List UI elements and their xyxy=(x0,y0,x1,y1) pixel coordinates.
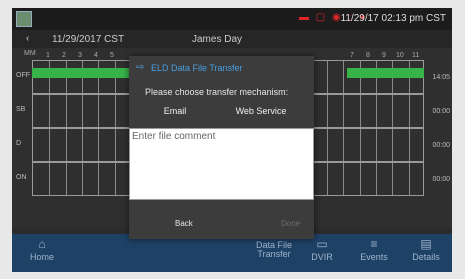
duty-label: OFF xyxy=(16,72,30,79)
grid-tick xyxy=(376,129,377,161)
home-icon: ⌂ xyxy=(38,237,46,251)
hour-label: 8 xyxy=(366,52,370,59)
nav-label: Details xyxy=(412,252,440,262)
nav-label: Data File Transfer xyxy=(255,240,292,259)
grid-tick xyxy=(408,95,410,127)
nav-label: Home xyxy=(29,252,54,262)
grid-tick xyxy=(359,163,361,195)
grid-tick xyxy=(392,95,394,127)
chevron-left-icon[interactable]: ‹ xyxy=(26,33,29,44)
grid-tick xyxy=(376,95,377,127)
duty-total: 00:00 xyxy=(432,142,450,149)
nav-data-file-transfer[interactable]: Data File Transfer xyxy=(248,234,300,272)
grid-tick xyxy=(114,163,116,195)
grid-tick xyxy=(82,163,83,195)
off-duty-bar xyxy=(347,68,424,78)
web-service-button[interactable]: Web Service xyxy=(231,106,291,120)
grid-tick xyxy=(408,163,410,195)
grid-tick xyxy=(327,61,328,93)
app-logo-icon xyxy=(16,11,32,27)
grid-tick xyxy=(82,129,83,161)
done-button[interactable]: Done xyxy=(281,219,300,228)
grid-tick xyxy=(392,129,394,161)
hour-label: 11 xyxy=(412,52,420,59)
grid-tick xyxy=(49,129,51,161)
hour-label: 3 xyxy=(78,52,82,59)
grid-tick xyxy=(343,95,345,127)
grid-tick xyxy=(49,95,51,127)
grid-tick xyxy=(327,129,328,161)
hour-label: 5 xyxy=(110,52,114,59)
grid-tick xyxy=(65,163,67,195)
grid-tick xyxy=(343,129,345,161)
eld-screen: ▬ ▢ ◉ ◌ ♦ 11/29/17 02:13 pm CST ‹ 11/29/… xyxy=(12,8,452,272)
grid-tick xyxy=(49,163,51,195)
nav-label: DVIR xyxy=(311,252,333,262)
grid-tick xyxy=(82,95,83,127)
hour-label: 10 xyxy=(396,52,404,59)
comment-box xyxy=(129,128,314,200)
nav-home[interactable]: ⌂ Home xyxy=(16,234,68,272)
hour-label: MM xyxy=(24,50,36,57)
nav-events[interactable]: ≡ Events xyxy=(348,234,400,272)
list-icon: ≡ xyxy=(370,237,378,251)
back-button[interactable]: Back xyxy=(175,219,193,228)
grid-tick xyxy=(376,163,377,195)
grid-tick xyxy=(392,163,394,195)
hour-label: 2 xyxy=(62,52,66,59)
nav-label: Events xyxy=(360,252,388,262)
grid-tick xyxy=(408,129,410,161)
grid-tick xyxy=(98,163,100,195)
transfer-prompt: Please choose transfer mechanism: xyxy=(145,87,289,97)
dialog-title-bar: ⇨ ELD Data File Transfer xyxy=(129,56,314,80)
truck-icon: ▭ xyxy=(316,237,328,251)
status-bar: ▬ ▢ ◉ ◌ ♦ 11/29/17 02:13 pm CST xyxy=(12,8,452,30)
transfer-dialog: ⇨ ELD Data File Transfer Please choose t… xyxy=(129,56,314,239)
duty-total: 00:00 xyxy=(432,108,450,115)
hour-label: 9 xyxy=(382,52,386,59)
gps-icon: ◉ xyxy=(332,12,341,23)
nav-details[interactable]: ▤ Details xyxy=(400,234,452,272)
grid-tick xyxy=(359,95,361,127)
dialog-title: ELD Data File Transfer xyxy=(151,63,243,73)
grid-tick xyxy=(65,129,67,161)
duty-label: SB xyxy=(16,106,26,113)
battery-icon: ▬ xyxy=(299,12,309,23)
duty-total: 00:00 xyxy=(432,176,450,183)
duty-label: D xyxy=(16,140,22,147)
duty-total: 14:05 xyxy=(432,74,450,81)
grid-tick xyxy=(114,129,116,161)
grid-tick xyxy=(327,163,328,195)
grid-tick xyxy=(65,95,67,127)
status-time: 11/29/17 02:13 pm CST xyxy=(340,13,446,24)
message-icon: ▢ xyxy=(315,12,326,23)
grid-tick xyxy=(327,95,328,127)
off-duty-bar xyxy=(32,68,132,78)
duty-label: ON xyxy=(16,174,27,181)
bottom-nav: ⌂ Home Data File Transfer ▭ DVIR ≡ Event… xyxy=(12,234,452,272)
driver-name: James Day xyxy=(192,34,243,45)
grid-tick xyxy=(359,129,361,161)
hour-label: 7 xyxy=(350,52,354,59)
grid-tick xyxy=(98,129,100,161)
nav-dvir[interactable]: ▭ DVIR xyxy=(296,234,348,272)
hour-label: 1 xyxy=(46,52,50,59)
hour-label: 4 xyxy=(94,52,98,59)
email-button[interactable]: Email xyxy=(155,106,195,120)
document-icon: ▤ xyxy=(420,237,432,251)
grid-tick xyxy=(98,95,100,127)
export-icon: ⇨ xyxy=(136,62,145,73)
grid-tick xyxy=(114,95,116,127)
file-comment-input[interactable] xyxy=(130,129,313,199)
log-header: ‹ 11/29/2017 CST James Day xyxy=(12,30,452,48)
grid-tick xyxy=(343,61,345,93)
grid-tick xyxy=(343,163,345,195)
log-date: 11/29/2017 CST xyxy=(52,34,125,45)
